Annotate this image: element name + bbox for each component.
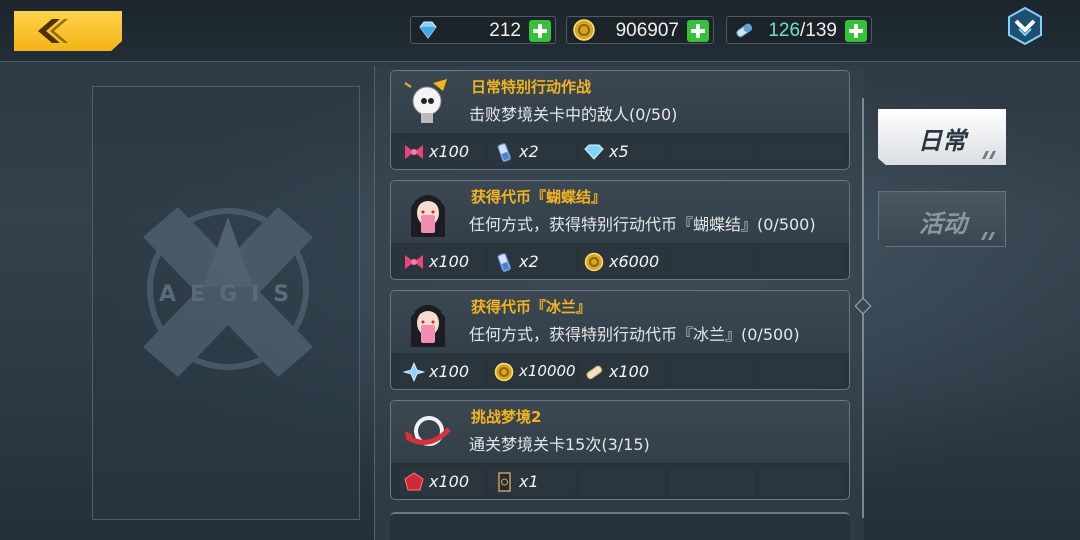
add-coins-button[interactable] [687,20,709,42]
reward-slot-empty [669,139,755,165]
bow-icon [405,255,423,269]
stamina-counter: 126/139 [726,16,872,44]
reward-slot-empty [759,139,845,165]
reward-quantity: x100 [429,142,470,161]
lightbulb-icon [404,79,447,123]
reward-slot[interactable]: x100 [399,469,485,495]
chevron-left-icon [38,19,68,43]
tab-daily[interactable]: 日常 [878,109,1006,165]
reward-quantity: x100 [609,362,650,381]
card-icon [498,472,511,492]
mission-card-partial[interactable] [390,512,850,540]
gem-icon [584,144,604,160]
aegis-emblem-icon: AEGIS [143,207,313,377]
reward-slot[interactable]: x100 [399,359,485,385]
potion-icon [497,253,511,272]
reward-quantity: x6000 [609,252,660,271]
mission-description: 任何方式，获得特别行动代币『冰兰』(0/500) [469,325,800,344]
mission-title: 获得代币『冰兰』 [471,298,592,316]
mission-card[interactable]: 获得代币『蝴蝶结』 任何方式，获得特别行动代币『蝴蝶结』(0/500) x100… [390,180,850,280]
tab-event[interactable]: 活动 [878,191,1006,247]
mission-description: 任何方式，获得特别行动代币『蝴蝶结』(0/500) [469,215,816,234]
mission-title: 日常特别行动作战 [471,78,592,96]
top-bar: 212 906907 126/139 [0,0,1080,62]
character-portrait-icon [411,305,445,347]
coin-icon [584,252,604,272]
reward-row: x100 x2 x5 [399,139,845,165]
gem-icon [419,21,437,39]
reward-quantity: x2 [519,142,539,161]
reward-slot[interactable]: x5 [579,139,665,165]
reward-slot-empty [669,359,755,385]
reward-slot[interactable]: x100 [399,139,485,165]
reward-quantity: x100 [429,252,470,271]
reward-quantity: x2 [519,252,539,271]
coin-counter: 906907 [566,16,714,44]
reward-quantity: x100 [429,472,470,491]
potion-icon [497,143,511,162]
mission-card[interactable]: 日常特别行动作战 击败梦境关卡中的敌人(0/50) x100 x2 x5 [390,70,850,170]
reward-slot[interactable]: x100 [579,359,665,385]
svg-text:AEGIS: AEGIS [159,282,303,307]
reward-slot[interactable]: x6000 [579,249,665,275]
back-button[interactable] [14,11,122,51]
reward-slot[interactable]: x100 [399,249,485,275]
menu-icon[interactable] [1005,6,1045,46]
red-gem-icon [404,472,424,491]
gem-count: 212 [489,20,521,41]
stamina-icon [736,23,753,38]
reward-row: x100 x10000 x100 [399,359,845,385]
tab-stripe-decoration [982,151,996,159]
reward-slot-empty [579,469,665,495]
dream-ring-icon [405,416,451,446]
emblem-panel: AEGIS [92,86,360,520]
gem-counter: 212 [410,16,556,44]
reward-slot-empty [669,469,755,495]
coin-icon [494,362,514,382]
reward-quantity: x5 [609,142,629,161]
reward-slot[interactable]: x10000 [489,359,576,385]
mission-title: 挑战梦境2 [471,408,542,426]
mission-card[interactable]: 挑战梦境2 通关梦境关卡15次(3/15) x100 x1 [390,400,850,500]
coin-icon [573,19,595,41]
bow-icon [405,145,423,159]
coin-count: 906907 [615,20,679,41]
reward-quantity: x1 [519,472,539,491]
reward-slot-empty [669,249,755,275]
mission-description: 击败梦境关卡中的敌人(0/50) [469,105,678,124]
reward-row: x100 x1 [399,469,845,495]
stamina-count: 126/139 [768,20,837,41]
add-stamina-button[interactable] [845,20,867,42]
reward-row: x100 x2 x6000 [399,249,845,275]
mission-title: 获得代币『蝴蝶结』 [471,188,607,206]
tab-stripe-decoration [981,232,995,240]
reward-slot-empty [759,469,845,495]
reward-slot-empty [759,249,845,275]
reward-slot-empty [759,359,845,385]
reward-slot[interactable]: x2 [489,249,575,275]
reward-quantity: x10000 [519,362,576,380]
mission-description: 通关梦境关卡15次(3/15) [469,435,650,454]
reward-slot[interactable]: x1 [489,469,575,495]
mission-card[interactable]: 获得代币『冰兰』 任何方式，获得特别行动代币『冰兰』(0/500) x100 x… [390,290,850,390]
ice-crystal-icon [403,362,425,382]
stamina-icon [586,365,603,380]
add-gems-button[interactable] [529,20,551,42]
reward-quantity: x100 [429,362,470,381]
reward-slot[interactable]: x2 [489,139,575,165]
character-portrait-icon [411,195,445,237]
